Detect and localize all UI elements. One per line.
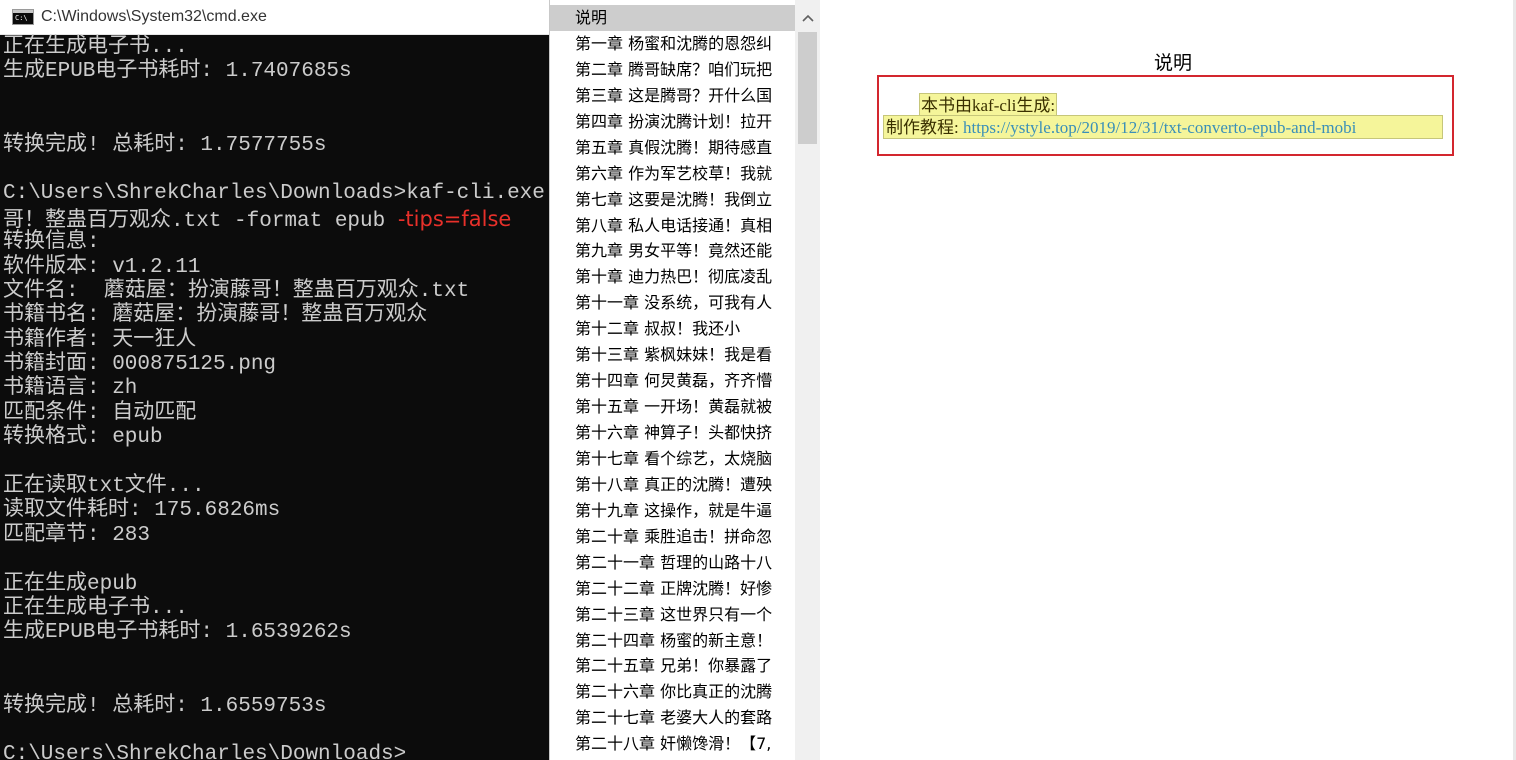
toc-item-chapter[interactable]: 第十七章 看个综艺，太烧脑 <box>550 446 795 472</box>
generator-note-text: 本书由kaf-cli生成: <box>921 96 1056 115</box>
toc-item-chapter[interactable]: 第十二章 叔叔！我还小 <box>550 316 795 342</box>
toc-item-chapter[interactable]: 第二十四章 杨蜜的新主意！ <box>550 628 795 654</box>
console-line: 书籍封面: 000875125.png <box>3 353 549 377</box>
toc-item-chapter[interactable]: 第二十三章 这世界只有一个 <box>550 602 795 628</box>
toc-item-chapter[interactable]: 第十六章 神算子！头都快挤 <box>550 420 795 446</box>
console-line: 匹配章节: 283 <box>3 524 549 548</box>
toc-item-chapter[interactable]: 第十章 迪力热巴！彻底凌乱 <box>550 264 795 290</box>
console-line-text: 生成EPUB电子书耗时: 1.7407685s <box>3 60 352 84</box>
toc-scrollbar[interactable] <box>795 0 820 760</box>
console-line-text: 正在生成epub <box>3 572 138 596</box>
toc-item-chapter[interactable]: 第二十二章 正牌沈腾！好惨 <box>550 576 795 602</box>
console-line: 软件版本: v1.2.11 <box>3 256 549 280</box>
console-line: 正在生成epub <box>3 573 549 597</box>
page-title: 说明 <box>1153 52 1192 74</box>
console-line-text: 转换格式: epub <box>3 426 163 450</box>
cmd-window[interactable]: C:\ C:\Windows\System32\cmd.exe 正在生成电子书.… <box>0 0 550 760</box>
console-line-text: 文件名: 蘑菇屋：扮演藤哥！整蛊百万观众.txt <box>3 279 470 303</box>
console-line-text: 软件版本: v1.2.11 <box>3 255 201 279</box>
toc-item-chapter[interactable]: 第五章 真假沈腾！期待感直 <box>550 135 795 161</box>
console-line-text: 转换信息: <box>3 231 100 255</box>
toc-item-chapter[interactable]: 第二十一章 哲理的山路十八 <box>550 550 795 576</box>
toc-item-chapter[interactable]: 第十五章 一开场！黄磊就被 <box>550 394 795 420</box>
tips-flag-highlight: -tips=false <box>397 206 512 231</box>
console-line-text: C:\Users\ShrekCharles\Downloads>kaf-cli.… <box>3 182 550 206</box>
toc-item-chapter[interactable]: 第二十五章 兄弟！你暴露了 <box>550 653 795 679</box>
toc-item-chapter[interactable]: 第十一章 没系统，可我有人 <box>550 290 795 316</box>
console-line: 转换完成! 总耗时: 1.6559753s <box>3 695 549 719</box>
tutorial-label: 制作教程: <box>886 118 963 137</box>
console-line: 转换格式: epub <box>3 426 549 450</box>
console-line: 书籍书名: 蘑菇屋：扮演藤哥！整蛊百万观众 <box>3 304 549 328</box>
console-line: 读取文件耗时: 175.6826ms <box>3 499 549 523</box>
toc-item-chapter[interactable]: 第十八章 真正的沈腾！遭殃 <box>550 472 795 498</box>
toc-pane[interactable]: 说明 第一章 杨蜜和沈腾的恩怨纠 第二章 腾哥缺席？咱们玩把 第三章 这是腾哥？开什么… <box>550 0 820 760</box>
toc-item-chapter[interactable]: 第二十六章 你比真正的沈腾 <box>550 679 795 705</box>
console-line: C:\Users\ShrekCharles\Downloads> <box>3 743 549 760</box>
console-line-text: 书籍语言: zh <box>3 377 138 401</box>
tutorial-line: 制作教程: https://ystyle.top/2019/12/31/txt-… <box>883 115 1443 139</box>
console-line-text: 书籍书名: 蘑菇屋：扮演藤哥！整蛊百万观众 <box>3 304 428 328</box>
console-line-text: 正在生成电子书... <box>3 596 188 620</box>
console-line: 生成EPUB电子书耗时: 1.6539262s <box>3 621 549 645</box>
console-line: 生成EPUB电子书耗时: 1.7407685s <box>3 60 549 84</box>
console-line-text: 哥！整蛊百万观众.txt -format epub <box>3 209 398 233</box>
console-line-text: 匹配条件: 自动匹配 <box>3 401 197 425</box>
cmd-app-icon: C:\ <box>12 9 34 25</box>
console-line: 正在读取txt文件... <box>3 475 549 499</box>
console-line-text: C:\Users\ShrekCharles\Downloads> <box>3 743 407 760</box>
console-line-text: 转换完成! 总耗时: 1.6559753s <box>3 694 327 718</box>
console-line-text: 生成EPUB电子书耗时: 1.6539262s <box>3 621 352 645</box>
toc-item-chapter[interactable]: 第一章 杨蜜和沈腾的恩怨纠 <box>550 31 795 57</box>
tutorial-link[interactable]: https://ystyle.top/2019/12/31/txt-conver… <box>963 118 1356 137</box>
toc-item-chapter[interactable]: 第十九章 这操作，就是牛逼 <box>550 498 795 524</box>
console-line: 转换信息: <box>3 231 549 255</box>
toc-item-chapter[interactable]: 第二章 腾哥缺席？咱们玩把 <box>550 57 795 83</box>
console-line: 转换完成! 总耗时: 1.7577755s <box>3 134 549 158</box>
toc-list[interactable]: 说明 第一章 杨蜜和沈腾的恩怨纠 第二章 腾哥缺席？咱们玩把 第三章 这是腾哥？开什么… <box>550 5 795 757</box>
console-line-text: 读取文件耗时: 175.6826ms <box>3 499 281 523</box>
console-line: C:\Users\ShrekCharles\Downloads>kaf-cli.… <box>3 182 549 206</box>
console-line-text: 正在读取txt文件... <box>3 475 205 499</box>
console-line: 匹配条件: 自动匹配 <box>3 402 549 426</box>
console-line: 正在生成电子书... <box>3 597 549 621</box>
toc-item-chapter[interactable]: 第二十章 乘胜追击！拼命忽 <box>550 524 795 550</box>
toc-item-chapter[interactable]: 第八章 私人电话接通！真相 <box>550 213 795 239</box>
cmd-window-title: C:\Windows\System32\cmd.exe <box>41 8 267 25</box>
console-line-text: 书籍封面: 000875125.png <box>3 353 277 377</box>
toc-item-chapter[interactable]: 第十四章 何炅黄磊，齐齐懵 <box>550 368 795 394</box>
console-line: 哥！整蛊百万观众.txt -format epub -tips=false <box>3 206 549 233</box>
toc-item-chapter[interactable]: 第七章 这要是沈腾！我倒立 <box>550 187 795 213</box>
toc-item-chapter[interactable]: 第四章 扮演沈腾计划！拉开 <box>550 109 795 135</box>
console-line-text: 书籍作者: 天一狂人 <box>3 328 197 352</box>
toc-item-chapter[interactable]: 第二十七章 老婆大人的套路 <box>550 705 795 731</box>
console-line: 书籍作者: 天一狂人 <box>3 329 549 353</box>
toc-item-chapter[interactable]: 第十三章 紫枫妹妹！我是看 <box>550 342 795 368</box>
console-line-text: 正在生成电子书... <box>3 36 188 59</box>
console-line: 文件名: 蘑菇屋：扮演藤哥！整蛊百万观众.txt <box>3 280 549 304</box>
cmd-titlebar[interactable]: C:\ C:\Windows\System32\cmd.exe <box>0 0 549 35</box>
console-line: 正在生成电子书... <box>3 36 549 60</box>
scroll-up-arrow-icon[interactable] <box>795 4 820 32</box>
toc-item-chapter[interactable]: 第六章 作为军艺校草！我就 <box>550 161 795 187</box>
toc-item-chapter[interactable]: 第二十八章 奸懒馋滑！【7, <box>550 731 795 757</box>
cmd-icon-label: C:\ <box>15 14 28 22</box>
console-line: 书籍语言: zh <box>3 377 549 401</box>
reader-content-pane: 说明 本书由kaf-cli生成: 制作教程: https://ystyle.to… <box>830 0 1516 760</box>
scrollbar-thumb[interactable] <box>798 32 817 144</box>
console-line-text: 转换完成! 总耗时: 1.7577755s <box>3 133 327 157</box>
cmd-console-output[interactable]: 正在生成电子书... 生成EPUB电子书耗时: 1.7407685s 转换完成! 总… <box>0 35 549 760</box>
toc-item-preface[interactable]: 说明 <box>550 5 795 31</box>
console-line-text: 匹配章节: 283 <box>3 523 151 547</box>
toc-item-chapter[interactable]: 第九章 男女平等！竟然还能 <box>550 238 795 264</box>
toc-item-chapter[interactable]: 第三章 这是腾哥？开什么国 <box>550 83 795 109</box>
